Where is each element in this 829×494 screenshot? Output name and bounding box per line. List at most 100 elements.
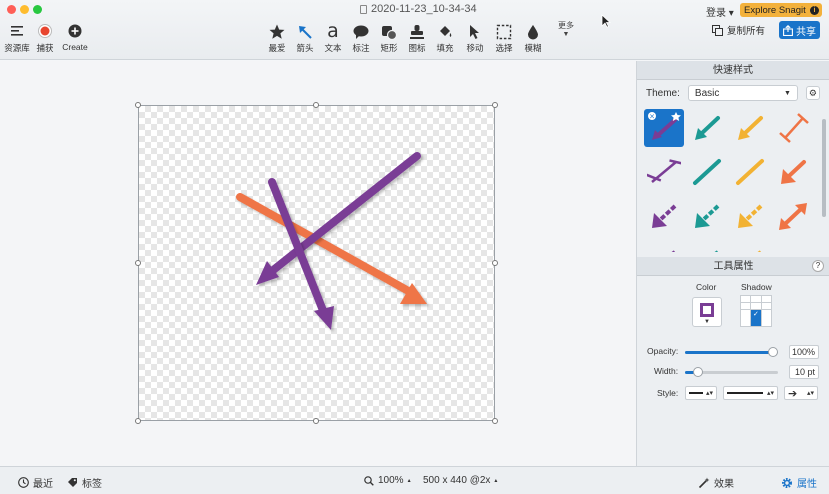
- stepper-icon: ▴▾: [766, 390, 774, 397]
- tool-fill[interactable]: 填充: [432, 22, 458, 54]
- quick-styles-header: 快速样式: [637, 61, 829, 80]
- magic-wand-icon: [698, 477, 710, 488]
- quick-style-item[interactable]: ×: [644, 109, 684, 147]
- cursor-icon: [601, 14, 611, 28]
- tool-stamp[interactable]: 图标: [404, 22, 430, 54]
- quick-style-item[interactable]: [773, 153, 813, 191]
- resize-handle-left[interactable]: [135, 260, 141, 266]
- callout-icon: [348, 22, 374, 41]
- stepper-icon: ▴: [407, 478, 411, 484]
- resize-handle-top[interactable]: [313, 102, 319, 108]
- tool-arrow[interactable]: 箭头: [292, 22, 318, 54]
- quick-style-item[interactable]: [644, 241, 684, 252]
- quick-style-item[interactable]: [687, 197, 727, 235]
- resize-handle-bottom-right[interactable]: [492, 418, 498, 424]
- blur-icon: [520, 22, 546, 41]
- zoom-control[interactable]: 100% ▴: [364, 475, 411, 486]
- quick-style-item[interactable]: [687, 153, 727, 191]
- text-icon: a: [327, 20, 339, 42]
- stamp-icon: [404, 22, 430, 41]
- width-slider[interactable]: [685, 367, 778, 377]
- quick-style-item[interactable]: [644, 197, 684, 235]
- svg-text:×: ×: [649, 113, 655, 121]
- quick-style-item[interactable]: [730, 197, 770, 235]
- create-button[interactable]: Create: [57, 22, 93, 52]
- quick-style-item[interactable]: [687, 109, 727, 147]
- quick-style-item[interactable]: [730, 241, 770, 252]
- quick-style-item[interactable]: [773, 109, 813, 147]
- magnifier-icon: [364, 475, 374, 486]
- quick-style-item[interactable]: [687, 241, 727, 252]
- checkmark-icon: ✓: [751, 310, 761, 326]
- line-cap-select[interactable]: ▴▾: [685, 386, 717, 400]
- image-canvas[interactable]: [138, 105, 495, 421]
- toolbar: 2020-11-23_10-34-34 资源库 捕获 Create 最爱 箭头 …: [0, 0, 829, 60]
- login-button[interactable]: 登录 ▾: [706, 4, 734, 19]
- arrowhead-select[interactable]: ➔ ▴▾: [784, 386, 818, 400]
- effects-button[interactable]: 效果: [698, 475, 734, 490]
- help-button[interactable]: ?: [812, 260, 824, 272]
- resize-handle-top-left[interactable]: [135, 102, 141, 108]
- clock-icon: [18, 477, 29, 488]
- resize-handle-bottom-left[interactable]: [135, 418, 141, 424]
- line-style-select[interactable]: ▴▾: [723, 386, 778, 400]
- document-icon: [360, 4, 367, 14]
- chevron-down-icon: ▼: [562, 31, 570, 38]
- arrow-icon: [292, 22, 318, 41]
- arrowhead-icon: ➔: [788, 387, 798, 400]
- quick-style-item[interactable]: [730, 109, 770, 147]
- tool-callout[interactable]: 标注: [348, 22, 374, 54]
- properties-button[interactable]: 属性: [781, 475, 817, 490]
- width-label: Width:: [654, 366, 679, 376]
- shadow-label: Shadow: [741, 282, 772, 292]
- minimize-window-button[interactable]: [20, 5, 29, 14]
- shape-icon: [376, 22, 402, 41]
- tool-move[interactable]: 移动: [462, 22, 488, 54]
- tool-shape[interactable]: 矩形: [376, 22, 402, 54]
- style-label: Style:: [657, 388, 679, 398]
- tool-favorites[interactable]: 最爱: [264, 22, 290, 54]
- theme-select[interactable]: Basic ▼: [687, 85, 798, 101]
- resize-handle-right[interactable]: [492, 260, 498, 266]
- canvas-area[interactable]: [0, 14, 636, 466]
- copy-all-button[interactable]: 复制所有: [712, 23, 765, 37]
- arrow-annotations: [236, 152, 427, 330]
- color-picker[interactable]: ▼: [692, 297, 722, 327]
- image-size-control[interactable]: 500 x 440 @2x ▴: [423, 475, 497, 486]
- tool-selection[interactable]: 选择: [491, 22, 517, 54]
- opacity-slider[interactable]: [685, 347, 778, 357]
- gear-icon: [782, 477, 792, 488]
- opacity-label: Opacity:: [647, 346, 679, 356]
- explore-snagit-button[interactable]: Explore Snagit i: [740, 3, 822, 17]
- stepper-icon: ▴: [494, 478, 498, 484]
- quick-styles-scrollbar[interactable]: [822, 119, 826, 217]
- orange-arrow[interactable]: [236, 193, 427, 304]
- resize-handle-top-right[interactable]: [492, 102, 498, 108]
- share-button[interactable]: 共享: [779, 21, 820, 39]
- theme-row: Theme: Basic ▼ ⚙: [646, 85, 820, 101]
- move-icon: [462, 22, 488, 41]
- selection-icon: [491, 22, 517, 41]
- shadow-picker[interactable]: ✓: [740, 295, 772, 327]
- purple-arrow-vertical[interactable]: [268, 178, 334, 330]
- zoom-window-button[interactable]: [33, 5, 42, 14]
- quick-style-item[interactable]: [644, 153, 684, 191]
- tags-button[interactable]: 标签: [67, 475, 102, 490]
- tool-text[interactable]: a 文本: [320, 22, 346, 54]
- share-icon: [783, 24, 793, 36]
- theme-settings-button[interactable]: ⚙: [805, 86, 820, 100]
- chevron-down-icon: ▼: [783, 89, 791, 97]
- quick-style-item[interactable]: [730, 153, 770, 191]
- close-window-button[interactable]: [7, 5, 16, 14]
- opacity-field[interactable]: 100%: [789, 345, 819, 359]
- width-field[interactable]: 10 pt: [789, 365, 819, 379]
- more-tools-button[interactable]: 更多 ▼: [556, 20, 576, 38]
- resize-handle-bottom[interactable]: [313, 418, 319, 424]
- recent-button[interactable]: 最近: [18, 475, 53, 490]
- quick-style-item[interactable]: [773, 197, 813, 235]
- stepper-icon: ▴▾: [806, 390, 814, 397]
- plus-circle-icon: [57, 22, 93, 40]
- color-label: Color: [696, 282, 717, 292]
- tool-blur[interactable]: 模糊: [520, 22, 546, 54]
- stepper-icon: ▴▾: [705, 390, 713, 397]
